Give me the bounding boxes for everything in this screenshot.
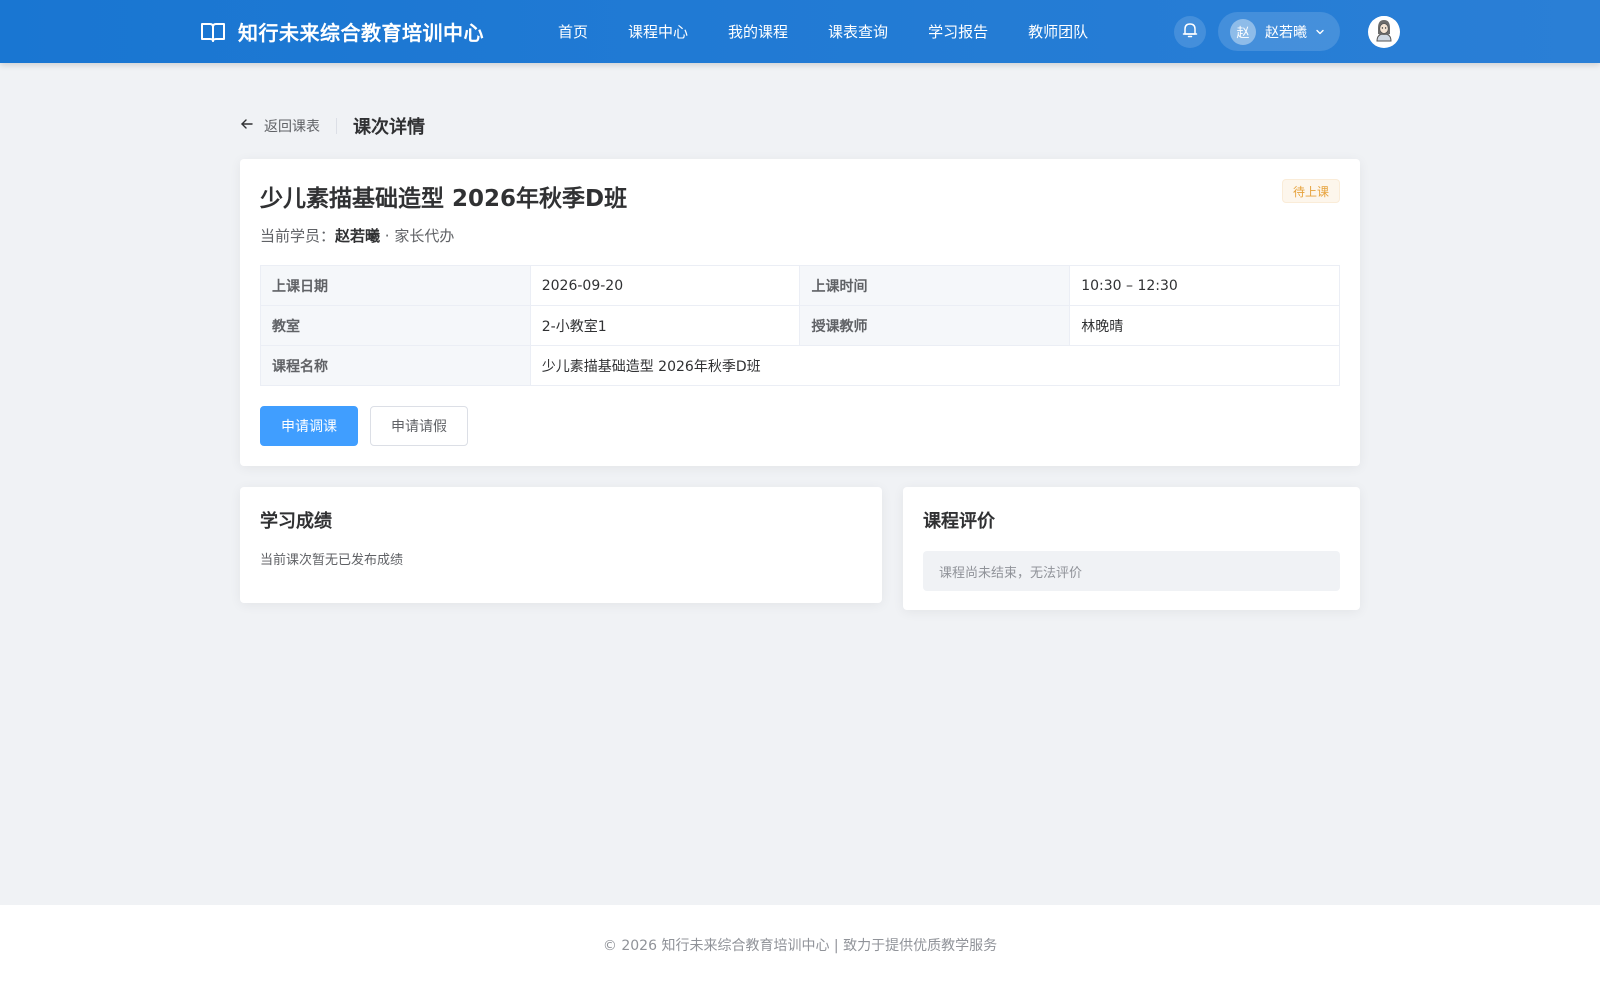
breadcrumb: 返回课表 课次详情 xyxy=(240,112,425,140)
main-nav: 首页 课程中心 我的课程 课表查询 学习报告 教师团队 xyxy=(558,0,1128,63)
student-prefix: 当前学员： xyxy=(260,227,336,245)
classroom-label: 教室 xyxy=(260,305,531,346)
student-suffix: · 家长代办 xyxy=(380,227,455,245)
teacher-value: 林晚晴 xyxy=(1069,305,1340,346)
evaluation-notice: 课程尚未结束，无法评价 xyxy=(923,551,1340,591)
score-card-title: 学习成绩 xyxy=(260,511,332,532)
time-value: 10:30 – 12:30 xyxy=(1069,265,1340,306)
date-label: 上课日期 xyxy=(260,265,531,306)
bell-icon xyxy=(1181,21,1199,43)
table-row: 课程名称 少儿素描基础造型 2026年秋季D班 xyxy=(260,345,1341,386)
course-name-value: 少儿素描基础造型 2026年秋季D班 xyxy=(529,345,1341,386)
nav-item-teachers[interactable]: 教师团队 xyxy=(1028,21,1088,42)
user-menu[interactable]: 赵 赵若曦 xyxy=(1218,12,1340,51)
nav-item-study-report[interactable]: 学习报告 xyxy=(928,21,988,42)
user-name: 赵若曦 xyxy=(1265,24,1307,41)
leave-request-button[interactable]: 申请请假 xyxy=(370,406,468,446)
teacher-label: 授课教师 xyxy=(799,305,1071,346)
time-label: 上课时间 xyxy=(799,265,1071,306)
brand[interactable]: 知行未来综合教育培训中心 xyxy=(200,0,484,63)
score-empty-text: 当前课次暂无已发布成绩 xyxy=(260,553,404,568)
nav-item-course-center[interactable]: 课程中心 xyxy=(628,21,688,42)
profile-avatar-button[interactable] xyxy=(1368,16,1400,48)
study-score-card: 学习成绩 当前课次暂无已发布成绩 xyxy=(240,487,882,603)
breadcrumb-divider xyxy=(336,118,337,134)
evaluation-card-title: 课程评价 xyxy=(923,511,995,532)
back-to-schedule-link[interactable]: 返回课表 xyxy=(240,116,320,136)
table-row: 上课日期 2026-09-20 上课时间 10:30 – 12:30 xyxy=(260,265,1340,306)
back-label: 返回课表 xyxy=(264,119,320,135)
course-title: 少儿素描基础造型 2026年秋季D班 xyxy=(260,186,628,212)
status-badge: 待上课 xyxy=(1281,179,1340,203)
top-navbar: 知行未来综合教育培训中心 首页 课程中心 我的课程 课表查询 学习报告 教师团队… xyxy=(0,0,1600,63)
current-student-line: 当前学员：赵若曦 · 家长代办 xyxy=(260,225,454,246)
course-name-label: 课程名称 xyxy=(260,345,531,386)
notification-button[interactable] xyxy=(1174,16,1206,48)
avatar-icon xyxy=(1369,16,1399,48)
brand-title: 知行未来综合教育培训中心 xyxy=(238,21,484,45)
action-buttons: 申请调课 申请请假 xyxy=(260,406,468,446)
course-evaluation-card: 课程评价 课程尚未结束，无法评价 xyxy=(903,487,1360,610)
arrow-left-icon xyxy=(240,117,264,135)
nav-item-schedule[interactable]: 课表查询 xyxy=(828,21,888,42)
reschedule-button[interactable]: 申请调课 xyxy=(260,406,358,446)
footer-text: © 2026 知行未来综合教育培训中心 | 致力于提供优质教学服务 xyxy=(602,938,998,954)
footer: © 2026 知行未来综合教育培训中心 | 致力于提供优质教学服务 xyxy=(0,905,1600,985)
page-title: 课次详情 xyxy=(353,117,425,138)
student-name: 赵若曦 xyxy=(335,227,381,245)
date-value: 2026-09-20 xyxy=(529,265,801,306)
chevron-down-icon xyxy=(1315,27,1325,37)
classroom-value: 2-小教室1 xyxy=(529,305,801,346)
nav-item-my-courses[interactable]: 我的课程 xyxy=(728,21,788,42)
table-row: 教室 2-小教室1 授课教师 林晚晴 xyxy=(260,305,1340,346)
user-avatar: 赵 xyxy=(1230,18,1256,45)
lesson-info-table: 上课日期 2026-09-20 上课时间 10:30 – 12:30 教室 2-… xyxy=(260,265,1341,386)
lesson-detail-card: 少儿素描基础造型 2026年秋季D班 待上课 当前学员：赵若曦 · 家长代办 上… xyxy=(240,159,1360,466)
book-icon xyxy=(200,21,226,43)
nav-item-home[interactable]: 首页 xyxy=(558,21,588,42)
